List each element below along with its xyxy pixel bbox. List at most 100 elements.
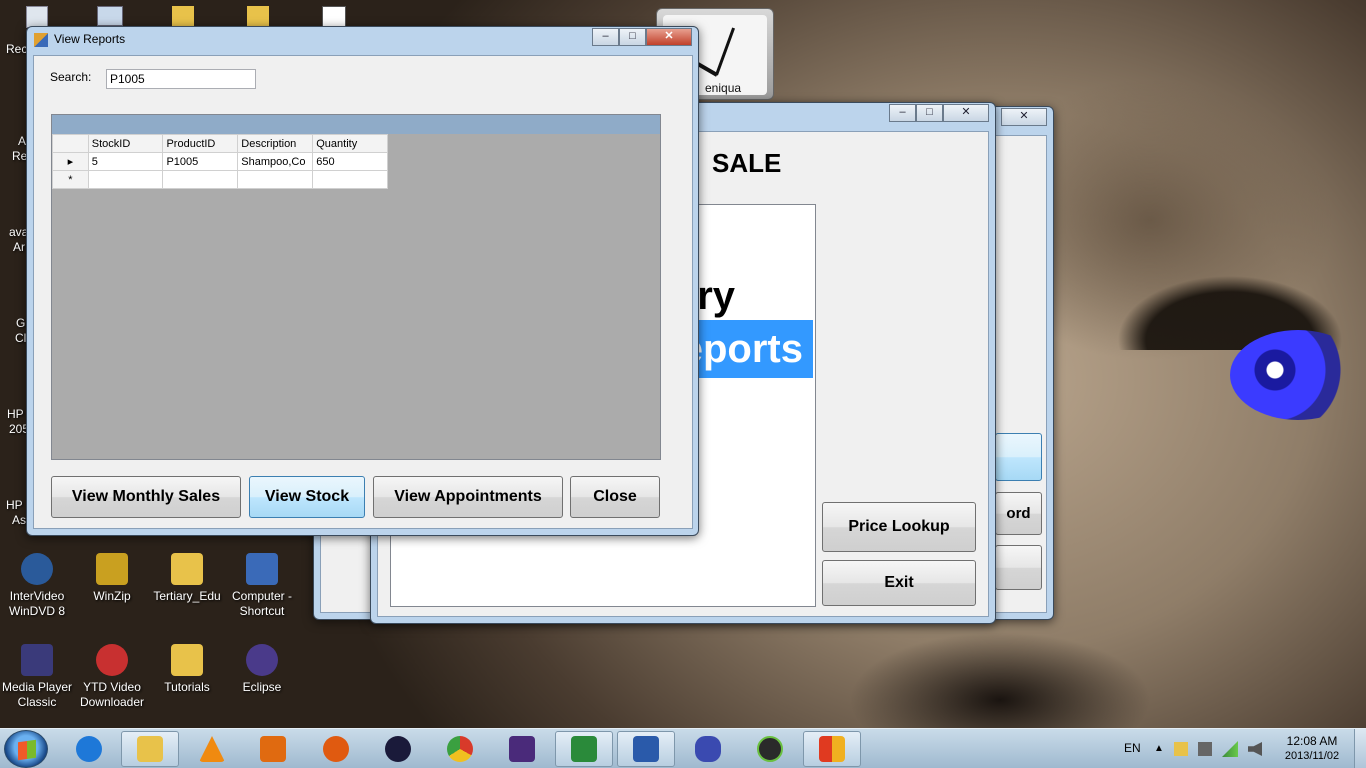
taskbar-app[interactable] [741, 731, 799, 767]
close-icon[interactable]: ✕ [943, 104, 989, 122]
edge-label: Cl [15, 331, 27, 345]
desktop-icon-label: Tertiary_Edu [153, 589, 221, 603]
desktop-icon-tutorials[interactable]: Tutorials [150, 644, 224, 695]
desktop-icon-computer[interactable]: Computer - Shortcut [225, 553, 299, 619]
folder-icon[interactable] [247, 6, 269, 28]
sale-heading: SALE [712, 148, 782, 178]
view-stock-button[interactable]: View Stock [249, 476, 365, 518]
taskbar-app[interactable] [369, 731, 427, 767]
edge-label: A [18, 134, 27, 148]
minimize-icon[interactable]: – [592, 28, 619, 46]
taskbar-app[interactable] [244, 731, 302, 767]
show-hidden-icons-icon[interactable]: ▲ [1154, 743, 1164, 754]
close-button[interactable]: Close [570, 476, 660, 518]
new-row[interactable]: * [52, 170, 388, 189]
new-row-cell[interactable] [87, 170, 164, 189]
search-input[interactable] [106, 69, 256, 89]
reports-client: Search: StockID ProductID Description Qu… [33, 55, 693, 529]
clock[interactable]: 12:08 AM 2013/11/02 [1276, 734, 1348, 764]
table-row[interactable]: ▸ 5 P1005 Shampoo,Co 650 [52, 152, 388, 171]
cell-quantity[interactable]: 650 [312, 152, 388, 171]
volume-icon[interactable] [1248, 742, 1262, 756]
vlc-icon [199, 736, 225, 762]
grid-header-band [52, 115, 660, 134]
clock-hand [715, 27, 736, 76]
new-row-cell[interactable] [237, 170, 314, 189]
exit-button[interactable]: Exit [822, 560, 976, 606]
desktop-icon-label: InterVideo WinDVD 8 [8, 589, 65, 618]
back-window-button[interactable] [995, 545, 1042, 590]
edge-label: HP [7, 407, 24, 421]
clock-time: 12:08 AM [1286, 734, 1338, 748]
taskbar-app[interactable] [555, 731, 613, 767]
start-button[interactable] [4, 730, 48, 768]
column-header-productid[interactable]: ProductID [162, 134, 239, 153]
column-header-quantity[interactable]: Quantity [312, 134, 388, 153]
grid-table-area: StockID ProductID Description Quantity ▸… [52, 134, 388, 189]
back-window-record-button[interactable]: ord [995, 492, 1042, 535]
taskbar-app[interactable] [307, 731, 365, 767]
taskbar-app[interactable] [803, 731, 861, 767]
taskbar-app[interactable] [183, 731, 241, 767]
intervideo-windvd-icon [21, 553, 53, 585]
taskbar-app[interactable] [431, 731, 489, 767]
desktop-app-icon[interactable] [97, 6, 123, 26]
folder-icon[interactable] [172, 6, 194, 28]
maximize-icon[interactable]: □ [619, 28, 646, 46]
back-window-close-icon[interactable]: ✕ [1001, 108, 1047, 126]
minimize-icon[interactable]: – [889, 104, 916, 122]
network-signal-icon[interactable] [1222, 741, 1238, 757]
desktop-icon-label: Eclipse [242, 680, 282, 694]
media-center-icon [260, 736, 286, 762]
device-icon[interactable] [1198, 742, 1212, 756]
view-appointments-button[interactable]: View Appointments [373, 476, 563, 518]
background-eye [1230, 330, 1366, 420]
ytd-video-downloader-icon [96, 644, 128, 676]
taskbar-app[interactable] [60, 731, 118, 767]
view-monthly-sales-button[interactable]: View Monthly Sales [51, 476, 241, 518]
desktop-icon-winzip[interactable]: WinZip [75, 553, 149, 604]
price-lookup-button[interactable]: Price Lookup [822, 502, 976, 552]
column-header-description[interactable]: Description [237, 134, 314, 153]
new-row-marker-icon: * [52, 170, 89, 189]
desktop-icon-label: Media Player Classic [1, 680, 73, 709]
windows-logo-icon [18, 739, 36, 761]
cell-productid[interactable]: P1005 [162, 152, 239, 171]
show-desktop-button[interactable] [1354, 729, 1366, 768]
background-lashes [1080, 200, 1366, 350]
taskbar: EN ▲ 12:08 AM 2013/11/02 [0, 728, 1366, 768]
desktop-icon-label: WinZip [93, 589, 131, 603]
desktop-icon-label: Computer - Shortcut [231, 589, 293, 618]
new-row-cell[interactable] [312, 170, 388, 189]
close-icon[interactable]: ✕ [646, 28, 692, 46]
back-window-caption-buttons: ✕ [1001, 108, 1047, 126]
grid-header-row: StockID ProductID Description Quantity [52, 134, 388, 153]
desktop-icon-intervideo[interactable]: InterVideo WinDVD 8 [0, 553, 74, 619]
desktop-icon-media-player-classic[interactable]: Media Player Classic [0, 644, 74, 710]
view-reports-window[interactable]: View Reports – □ ✕ Search: StockID Produ… [26, 26, 699, 536]
desktop-icon-ytd[interactable]: YTD Video Downloader [75, 644, 149, 710]
maximize-icon[interactable]: □ [916, 104, 943, 122]
cell-stockid[interactable]: 5 [87, 152, 164, 171]
notepad-plus-icon[interactable] [322, 6, 346, 28]
taskbar-app[interactable] [617, 731, 675, 767]
new-row-cell[interactable] [162, 170, 239, 189]
back-window-button[interactable] [995, 433, 1042, 481]
edge-label: HP [6, 498, 23, 512]
action-center-flag-icon[interactable] [1174, 742, 1188, 756]
windows-explorer-icon [137, 736, 163, 762]
eclipse-icon [246, 644, 278, 676]
desktop-icon-tertiary-edu[interactable]: Tertiary_Edu [150, 553, 224, 604]
cell-description[interactable]: Shampoo,Co [237, 152, 314, 171]
taskbar-app[interactable] [121, 731, 179, 767]
data-grid[interactable]: StockID ProductID Description Quantity ▸… [51, 114, 661, 460]
column-header-stockid[interactable]: StockID [87, 134, 164, 153]
desktop-icon-eclipse[interactable]: Eclipse [225, 644, 299, 695]
taskbar-app[interactable] [493, 731, 551, 767]
language-indicator[interactable]: EN [1124, 741, 1141, 755]
media-player-classic-icon [21, 644, 53, 676]
recycle-bin-icon[interactable] [26, 6, 48, 28]
window-title: View Reports [54, 32, 126, 46]
edge-label: G [16, 316, 26, 330]
taskbar-app[interactable] [679, 731, 737, 767]
